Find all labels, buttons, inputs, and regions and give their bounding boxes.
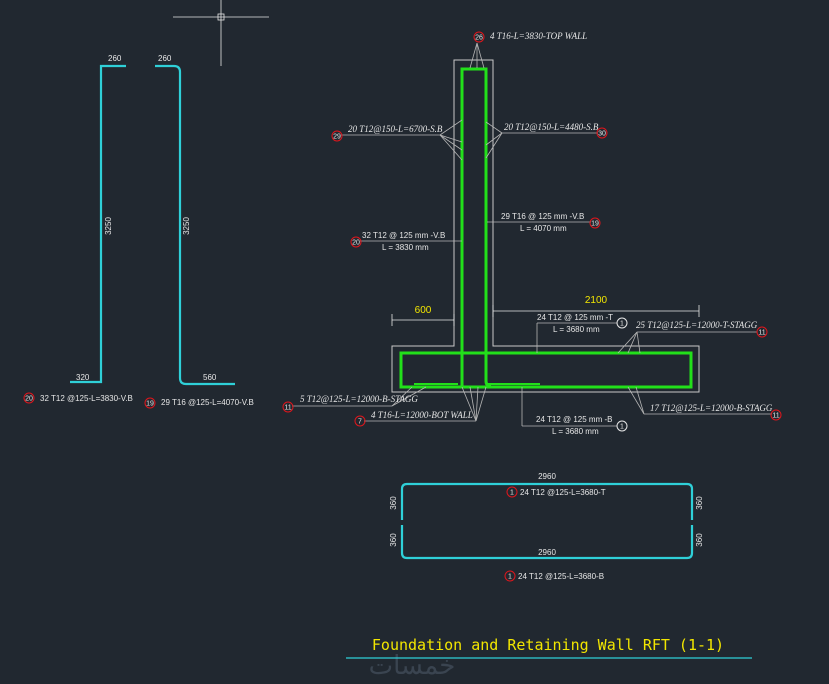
- callout-sb-right-text: 20 T12@150-L=4480-S.B: [504, 122, 599, 132]
- crosshair-cursor: [173, 0, 269, 66]
- bar19-bottom-dim: 560: [203, 373, 217, 382]
- bar19-height-dim: 3250: [182, 217, 191, 235]
- callout-vb-left: 20 32 T12 @ 125 mm -V.B L = 3830 mm: [350, 231, 462, 252]
- callout-top-wall: 26 4 T16-L=3830-TOP WALL: [469, 31, 587, 69]
- bar-shape-20: 260 3250 320 20 32 T12 @125-L=3830-V.B: [23, 54, 133, 404]
- callout-top-wall-mark: 26: [475, 35, 483, 42]
- callout-bot-wall-mark: 7: [358, 419, 362, 426]
- mesh-bottom-mark: 1: [508, 574, 512, 581]
- dim-toe: 600: [391, 305, 455, 326]
- callout-bot-wall-text: 4 T16-L=12000-BOT WALL: [371, 410, 473, 420]
- callout-bot-mesh: 1 24 T12 @ 125 mm -B L = 3680 mm: [521, 387, 628, 436]
- cad-drawing-canvas[interactable]: 260 3250 320 20 32 T12 @125-L=3830-V.B 2…: [0, 0, 829, 684]
- callout-top-mesh-line1: 24 T12 @ 125 mm -T: [537, 313, 613, 322]
- bar20-height-dim: 3250: [104, 217, 113, 235]
- mesh-bottom-leg-right: 360: [695, 533, 704, 547]
- callout-vb-right-line2: L = 4070 mm: [520, 224, 567, 233]
- callout-sb-right: 30 20 T12@150-L=4480-S.B: [485, 121, 608, 159]
- watermark: خمسات: [369, 651, 456, 681]
- bar19-top-dim: 260: [158, 54, 172, 63]
- callout-top-mesh-line2: L = 3680 mm: [553, 325, 600, 334]
- callout-bot-mesh-mark: 1: [620, 424, 624, 431]
- callout-sb-left-text: 20 T12@150-L=6700-S.B: [348, 124, 443, 134]
- callout-b-stagg-left: 11 5 T12@125-L=12000-B-STAGG: [282, 386, 427, 413]
- callout-b-stagg-left-text: 5 T12@125-L=12000-B-STAGG: [300, 394, 418, 404]
- bar20-bottom-dim: 320: [76, 373, 90, 382]
- callout-t-stagg: 11 25 T12@125-L=12000-T-STAGG: [617, 320, 768, 354]
- dim-heel-text: 2100: [585, 295, 608, 306]
- callout-vb-right-line1: 29 T16 @ 125 mm -V.B: [501, 212, 584, 221]
- mesh-top-mark: 1: [510, 490, 514, 497]
- callout-b-stagg-left-mark: 11: [284, 405, 291, 412]
- callout-sb-left: 29 20 T12@150-L=6700-S.B: [331, 119, 463, 161]
- callout-vb-left-line2: L = 3830 mm: [382, 243, 429, 252]
- bar19-label: 29 T16 @125-L=4070-V.B: [161, 398, 254, 407]
- mesh-bottom-length-dim: 2960: [538, 548, 556, 557]
- mesh-bottom-leg-left: 360: [389, 533, 398, 547]
- dim-toe-text: 600: [415, 305, 432, 316]
- drawing-title: Foundation and Retaining Wall RFT (1-1): [372, 636, 724, 654]
- callout-bot-mesh-line1: 24 T12 @ 125 mm -B: [536, 415, 612, 424]
- footing-bars: [399, 351, 693, 389]
- mesh-bottom-label: 24 T12 @125-L=3680-B: [518, 572, 604, 581]
- callout-bot-wall: 7 4 T16-L=12000-BOT WALL: [354, 386, 487, 427]
- callout-vb-left-line1: 32 T12 @ 125 mm -V.B: [362, 231, 445, 240]
- callout-bot-mesh-line2: L = 3680 mm: [552, 427, 599, 436]
- mesh-top-leg-right: 360: [695, 496, 704, 510]
- bar19-mark: 19: [146, 401, 154, 408]
- callout-vb-right-mark: 19: [591, 221, 599, 228]
- callout-sb-right-mark: 30: [598, 131, 606, 138]
- callout-b-stagg-right-mark: 11: [772, 413, 779, 420]
- mesh-top-leg-left: 360: [389, 496, 398, 510]
- callout-t-stagg-text: 25 T12@125-L=12000-T-STAGG: [636, 320, 758, 330]
- mesh-top-label: 24 T12 @125-L=3680-T: [520, 488, 606, 497]
- bar20-label: 32 T12 @125-L=3830-V.B: [40, 394, 133, 403]
- callout-top-mesh: 1 24 T12 @ 125 mm -T L = 3680 mm: [536, 313, 628, 353]
- wall-vertical-bars: [460, 67, 492, 388]
- mesh-top-length-dim: 2960: [538, 472, 556, 481]
- retaining-wall-section: 600 2100 26 4 T16-L=3830-TOP WALL 29 20 …: [282, 31, 782, 436]
- bar20-top-dim: 260: [108, 54, 122, 63]
- mesh-bar-bottom: 2960 360 360 1 24 T12 @125-L=3680-B: [389, 525, 704, 582]
- callout-b-stagg-right-text: 17 T12@125-L=12000-B-STAGG: [650, 403, 773, 413]
- callout-t-stagg-mark: 11: [758, 330, 765, 337]
- callout-top-wall-text: 4 T16-L=3830-TOP WALL: [490, 31, 587, 41]
- callout-top-mesh-mark: 1: [620, 321, 624, 328]
- mesh-bar-top: 2960 360 360 1 24 T12 @125-L=3680-T: [389, 472, 704, 520]
- callout-sb-left-mark: 29: [333, 134, 341, 141]
- callout-vb-left-mark: 20: [352, 240, 360, 247]
- bar20-mark: 20: [25, 396, 33, 403]
- bar-shape-19: 260 3250 560 19 29 T16 @125-L=4070-V.B: [144, 54, 254, 409]
- drawing-title-block: خمسات Foundation and Retaining Wall RFT …: [346, 636, 752, 681]
- callout-vb-right: 19 29 T16 @ 125 mm -V.B L = 4070 mm: [487, 212, 601, 233]
